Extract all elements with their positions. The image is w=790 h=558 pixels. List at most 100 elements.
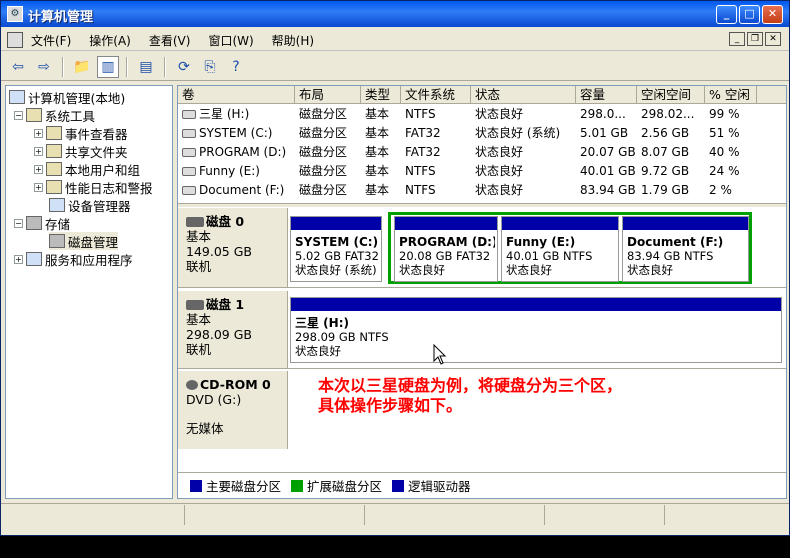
expand-icon[interactable]: + — [34, 182, 43, 192]
column-header-status[interactable]: 状态 — [471, 86, 576, 104]
volume-status: 状态良好 (系统) — [475, 126, 561, 140]
volume-row[interactable]: 三星 (H:) 磁盘分区 基本 NTFS 状态良好 298.0... 298.0… — [178, 105, 786, 124]
volume-filesystem: NTFS — [405, 107, 436, 121]
expand-icon[interactable]: + — [34, 146, 43, 156]
mdi-minimize-button[interactable]: _ — [729, 32, 745, 46]
disk-0-label[interactable]: 磁盘 0 基本 149.05 GB 联机 — [178, 208, 288, 287]
toolbar-separator — [126, 56, 128, 77]
refresh-icon[interactable]: ⟳ — [173, 56, 195, 78]
hard-disk-icon — [186, 299, 204, 310]
mdi-close-button[interactable]: ✕ — [765, 32, 781, 46]
tree-item-device-manager[interactable]: 设备管理器 — [49, 196, 131, 214]
column-header-type[interactable]: 类型 — [361, 86, 401, 104]
console-tree: 计算机管理(本地) − 系统工具 + 事件查看器 + 共享文件夹 + 本地用户和… — [5, 85, 173, 499]
legend-item-logical: 逻辑驱动器 — [386, 476, 471, 495]
volume-filesystem: FAT32 — [405, 126, 441, 140]
tree-item-label: 服务和应用程序 — [45, 252, 133, 268]
column-header-percent-free[interactable]: % 空闲 — [705, 86, 757, 104]
logical-drive-bar — [502, 217, 618, 230]
legend-label: 逻辑驱动器 — [408, 479, 471, 494]
partition-program-d[interactable]: PROGRAM (D:) 20.08 GB FAT32 状态良好 — [394, 216, 498, 282]
tree-item-services-apps[interactable]: + 服务和应用程序 — [14, 250, 133, 268]
show-hide-tree-icon[interactable]: ▥ — [97, 55, 119, 78]
partition-funny-e[interactable]: Funny (E:) 40.01 GB NTFS 状态良好 — [501, 216, 619, 282]
back-icon[interactable]: ⇦ — [7, 56, 29, 78]
volume-type: 基本 — [365, 164, 390, 178]
volume-status: 状态良好 — [475, 164, 524, 178]
tree-item-storage[interactable]: − 存储 — [14, 214, 70, 232]
disk-type: 基本 — [186, 312, 212, 327]
tree-item-label: 系统工具 — [45, 108, 96, 124]
tree-item-system-tools[interactable]: − 系统工具 — [14, 106, 95, 124]
primary-partition-bar — [291, 298, 781, 311]
pane-splitter[interactable] — [178, 203, 786, 207]
menu-file[interactable]: 文件(F) — [31, 32, 71, 49]
tree-item-perf-logs[interactable]: + 性能日志和警报 — [34, 178, 153, 196]
volume-row[interactable]: Funny (E:) 磁盘分区 基本 NTFS 状态良好 40.01 GB 9.… — [178, 162, 786, 181]
status-cell — [185, 505, 365, 525]
expand-icon[interactable]: + — [14, 254, 23, 264]
partition-status: 状态良好 — [627, 263, 673, 277]
expand-icon[interactable]: + — [34, 128, 43, 138]
expand-icon[interactable]: + — [34, 164, 43, 174]
maximize-button[interactable]: □ — [739, 5, 760, 24]
column-header-filesystem[interactable]: 文件系统 — [401, 86, 471, 104]
volume-row[interactable]: Document (F:) 磁盘分区 基本 NTFS 状态良好 83.94 GB… — [178, 181, 786, 200]
collapse-icon[interactable]: − — [14, 218, 23, 228]
tree-item-disk-management[interactable]: 磁盘管理 — [49, 232, 119, 250]
tree-item-root[interactable]: 计算机管理(本地) — [9, 88, 125, 106]
cdrom-status: 无媒体 — [186, 421, 224, 436]
volume-free-space: 298.02... — [641, 107, 695, 121]
column-header-free-space[interactable]: 空闲空间 — [637, 86, 705, 104]
properties-icon[interactable]: ▤ — [135, 56, 157, 78]
cdrom-label[interactable]: CD-ROM 0 DVD (G:) 无媒体 — [178, 371, 288, 449]
menu-window[interactable]: 窗口(W) — [208, 32, 253, 49]
instruction-annotation: 本次以三星硬盘为例，将硬盘分为三个区， 具体操作步骤如下。 — [318, 376, 622, 416]
volume-type: 基本 — [365, 183, 390, 197]
toolbar: ⇦ ⇨ 📁 ▥ ▤ ⟳ ⎘ ? — [1, 53, 789, 81]
tree-item-label: 设备管理器 — [68, 198, 131, 214]
menu-view[interactable]: 查看(V) — [149, 32, 191, 49]
partition-system-c[interactable]: SYSTEM (C:) 5.02 GB FAT32 状态良好 (系统) — [290, 216, 382, 282]
status-cell — [365, 505, 545, 525]
minimize-button[interactable]: _ — [716, 5, 737, 24]
partition-document-f[interactable]: Document (F:) 83.94 GB NTFS 状态良好 — [622, 216, 749, 282]
help-icon[interactable]: ? — [225, 56, 247, 78]
volume-status: 状态良好 — [475, 145, 524, 159]
volume-row[interactable]: SYSTEM (C:) 磁盘分区 基本 FAT32 状态良好 (系统) 5.01… — [178, 124, 786, 143]
tree-item-shared-folders[interactable]: + 共享文件夹 — [34, 142, 128, 160]
primary-partition-bar — [291, 217, 381, 230]
tree-item-event-viewer[interactable]: + 事件查看器 — [34, 124, 128, 142]
column-header-volume[interactable]: 卷 — [178, 86, 295, 104]
volume-icon — [182, 148, 196, 157]
tree-item-local-users[interactable]: + 本地用户和组 — [34, 160, 140, 178]
partition-samsung-h[interactable]: 三星 (H:) 298.09 GB NTFS 状态良好 — [290, 297, 782, 363]
window-title: 计算机管理 — [28, 10, 94, 25]
partition-status: 状态良好 — [506, 263, 552, 277]
partition-detail: 5.02 GB FAT32 — [295, 249, 379, 263]
volume-name: PROGRAM (D:) — [199, 145, 287, 159]
column-header-layout[interactable]: 布局 — [295, 86, 361, 104]
partition-title: Document (F:) — [627, 235, 724, 249]
up-folder-icon[interactable]: 📁 — [71, 56, 93, 78]
close-button[interactable]: ✕ — [762, 5, 783, 24]
column-header-capacity[interactable]: 容量 — [576, 86, 637, 104]
collapse-icon[interactable]: − — [14, 110, 23, 120]
forward-icon[interactable]: ⇨ — [33, 56, 55, 78]
volume-row[interactable]: PROGRAM (D:) 磁盘分区 基本 FAT32 状态良好 20.07 GB… — [178, 143, 786, 162]
disk-1-label[interactable]: 磁盘 1 基本 298.09 GB 联机 — [178, 291, 288, 368]
export-icon[interactable]: ⎘ — [199, 56, 221, 78]
mdi-restore-button[interactable]: ❐ — [747, 32, 763, 46]
title-bar[interactable]: ⚙ 计算机管理 _ □ ✕ — [1, 1, 789, 27]
tree-item-label: 本地用户和组 — [65, 162, 141, 178]
instruction-line-2: 具体操作步骤如下。 — [318, 396, 463, 415]
legend-swatch — [291, 480, 304, 492]
console-icon[interactable] — [7, 32, 23, 48]
legend-label: 扩展磁盘分区 — [307, 479, 383, 494]
volume-name: SYSTEM (C:) — [199, 126, 273, 140]
menu-action[interactable]: 操作(A) — [89, 32, 131, 49]
logical-drive-bar — [395, 217, 497, 230]
volume-status: 状态良好 — [475, 107, 524, 121]
partition-detail: 83.94 GB NTFS — [627, 249, 714, 263]
menu-help[interactable]: 帮助(H) — [272, 32, 314, 49]
